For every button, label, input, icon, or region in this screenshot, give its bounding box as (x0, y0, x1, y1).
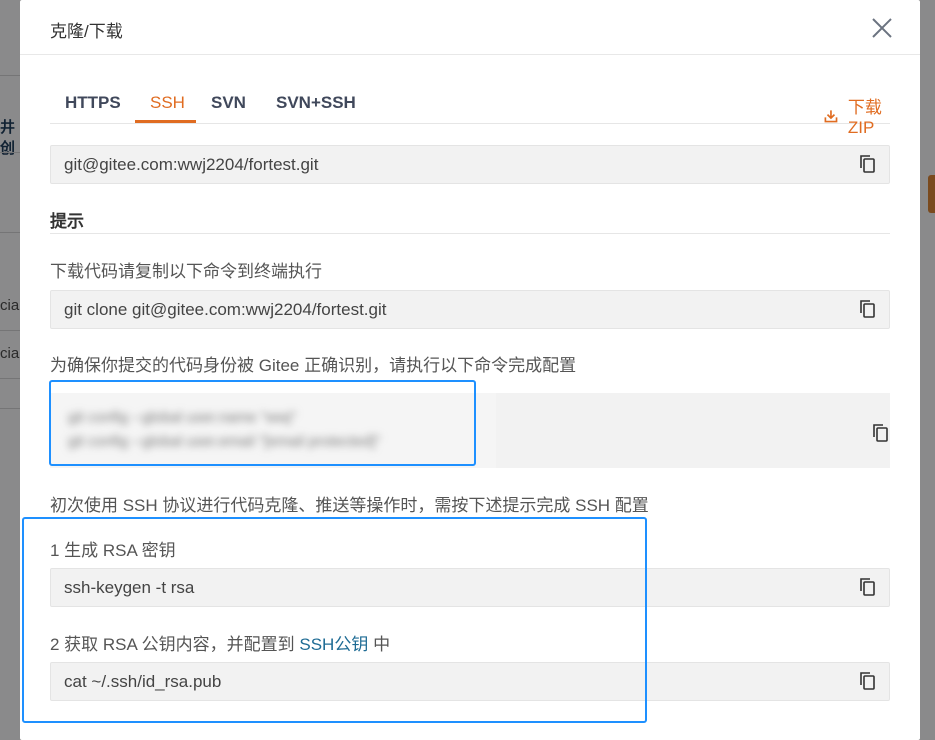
close-button[interactable] (870, 16, 894, 40)
copy-icon (860, 155, 875, 173)
tab-svn[interactable]: SVN (211, 93, 246, 113)
divider (50, 233, 890, 234)
copy-icon (860, 300, 875, 318)
close-icon (872, 18, 892, 38)
download-zip-label: 下载ZIP (847, 98, 882, 137)
active-tab-indicator (135, 120, 196, 123)
dialog-header: 克隆/下载 (20, 0, 920, 55)
annotation-highlight (22, 517, 647, 723)
ssh-instruction: 初次使用 SSH 协议进行代码克隆、推送等操作时，需按下述提示完成 SSH 配置 (50, 496, 649, 515)
download-icon (824, 109, 838, 122)
download-instruction: 下载代码请复制以下命令到终端执行 (50, 262, 322, 281)
clone-url-text: git@gitee.com:wwj2204/fortest.git (64, 155, 319, 174)
background-accent (928, 175, 935, 213)
clone-url-field[interactable]: git@gitee.com:wwj2204/fortest.git (50, 145, 890, 184)
copy-button[interactable] (857, 670, 879, 692)
annotation-highlight (49, 380, 476, 466)
copy-icon (860, 578, 875, 596)
clone-command-text: git clone git@gitee.com:wwj2204/fortest.… (64, 300, 387, 319)
clone-command-field[interactable]: git clone git@gitee.com:wwj2204/fortest.… (50, 290, 890, 329)
background-page-left: 井创 cial cial (0, 0, 23, 740)
background-page-right (920, 0, 935, 740)
tips-title: 提示 (50, 212, 84, 231)
copy-button[interactable] (870, 422, 892, 444)
download-zip-link[interactable]: 下载ZIP (824, 93, 890, 138)
tab-svn-ssh[interactable]: SVN+SSH (276, 93, 356, 113)
config-instruction: 为确保你提交的代码身份被 Gitee 正确识别，请执行以下命令完成配置 (50, 356, 577, 375)
copy-button[interactable] (857, 298, 879, 320)
copy-icon (860, 672, 875, 690)
protocol-tabs: HTTPS SSH SVN SVN+SSH 下载ZIP (50, 82, 890, 137)
copy-icon (873, 424, 888, 442)
copy-button[interactable] (857, 576, 879, 598)
clone-download-dialog: 克隆/下载 HTTPS SSH SVN SVN+SSH 下载ZIP git@gi… (20, 0, 920, 740)
copy-button[interactable] (857, 153, 879, 175)
dialog-title: 克隆/下载 (50, 22, 123, 41)
tab-https[interactable]: HTTPS (65, 93, 121, 113)
tab-ssh[interactable]: SSH (150, 93, 185, 113)
